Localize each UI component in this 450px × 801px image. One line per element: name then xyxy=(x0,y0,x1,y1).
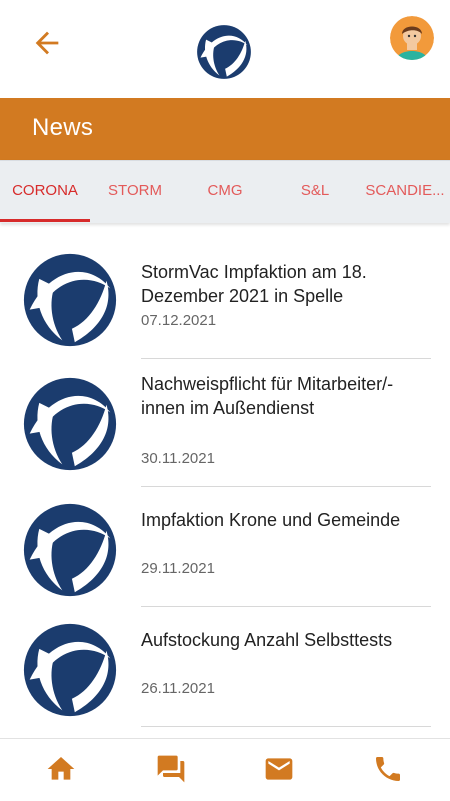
divider xyxy=(141,606,431,607)
category-tabs: CORONA STORM CMG S&L SCANDIE... xyxy=(0,160,450,223)
article-title: Nachweispflicht für Mitarbeiter/-innen i… xyxy=(141,374,394,418)
back-button[interactable] xyxy=(30,26,64,60)
article-date: 30.11.2021 xyxy=(141,450,215,467)
home-icon xyxy=(47,757,75,780)
divider xyxy=(141,358,431,359)
article-date: 07.12.2021 xyxy=(141,312,217,329)
arrow-left-icon xyxy=(35,31,59,55)
article-title: StormVac Impfaktion am 18. Dezember 2021… xyxy=(141,262,367,306)
tab-sl[interactable]: S&L xyxy=(270,161,360,221)
active-tab-indicator xyxy=(0,219,90,222)
tab-storm[interactable]: STORM xyxy=(90,161,180,221)
divider xyxy=(141,726,431,727)
divider xyxy=(141,486,431,487)
article-logo-icon xyxy=(23,503,117,597)
avatar-icon xyxy=(390,16,434,60)
mail-button[interactable] xyxy=(263,753,295,785)
list-item[interactable]: StormVac Impfaktion am 18. Dezember 2021… xyxy=(0,232,450,360)
page-title: News xyxy=(32,114,94,141)
brand-logo-icon xyxy=(197,25,251,79)
list-item[interactable]: Nachweispflicht für Mitarbeiter/-innen i… xyxy=(0,360,450,488)
tab-cmg[interactable]: CMG xyxy=(180,161,270,221)
list-item[interactable]: Impfaktion Krone und Gemeinde 29.11.2021 xyxy=(0,488,450,608)
article-logo-icon xyxy=(23,253,117,347)
tab-scandie[interactable]: SCANDIE... xyxy=(360,161,450,221)
article-date: 26.11.2021 xyxy=(141,680,215,697)
list-item[interactable]: Aufstockung Anzahl Selbsttests 26.11.202… xyxy=(0,608,450,728)
phone-icon xyxy=(376,757,400,781)
article-title: Aufstockung Anzahl Selbsttests xyxy=(141,630,393,650)
article-title: Impfaktion Krone und Gemeinde xyxy=(141,510,401,530)
article-logo-icon xyxy=(23,377,117,471)
article-logo-icon xyxy=(23,623,117,717)
home-button[interactable] xyxy=(45,753,77,785)
tab-corona[interactable]: CORONA xyxy=(0,161,90,221)
phone-button[interactable] xyxy=(372,753,404,785)
top-bar xyxy=(0,0,450,98)
news-header: News xyxy=(0,98,450,160)
user-avatar[interactable] xyxy=(390,16,434,60)
chat-icon xyxy=(157,755,185,783)
chat-button[interactable] xyxy=(155,753,187,785)
mail-icon xyxy=(265,758,293,780)
bottom-navigation xyxy=(0,738,450,801)
article-date: 29.11.2021 xyxy=(141,560,215,577)
